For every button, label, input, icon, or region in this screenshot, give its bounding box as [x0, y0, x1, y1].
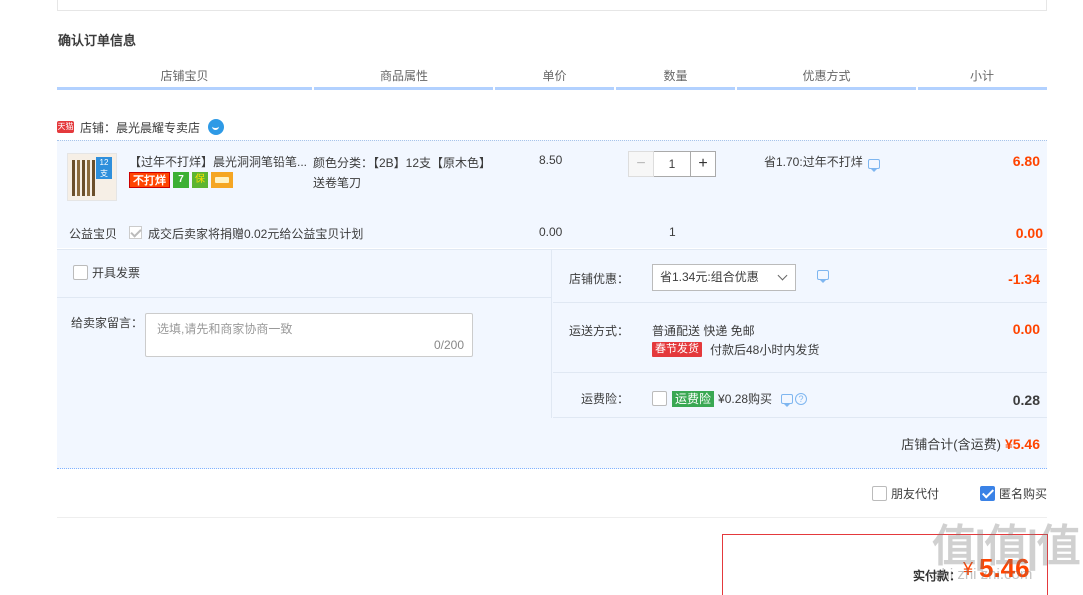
shipping-label: 运送方式：	[568, 324, 629, 338]
shipping-note: 付款后48小时内发货	[710, 343, 820, 357]
invoice-option[interactable]: 开具发票	[73, 264, 140, 281]
watermark-url: zhi zhi zhi.com	[934, 566, 1033, 583]
tmall-badge-icon: 天猫	[57, 121, 74, 133]
item-price: 8.50	[539, 153, 563, 167]
shop-discount-row: 店铺优惠： 省1.34元:组合优惠 -1.34	[553, 250, 1047, 303]
shop-discount-select[interactable]: 省1.34元:组合优惠	[652, 264, 796, 291]
section-title: 确认订单信息	[58, 33, 137, 48]
message-input[interactable]: 选填,请先和商家协商一致 0/200	[145, 313, 473, 357]
left-options-panel: 开具发票 给卖家留言： 选填,请先和商家协商一致 0/200	[57, 250, 552, 418]
shop-discount-label: 店铺优惠：	[568, 272, 629, 286]
col-header-price: 单价	[542, 69, 567, 83]
anonymous-option[interactable]: 匿名购买	[980, 485, 1047, 502]
charity-text: 成交后卖家将捐赠0.02元给公益宝贝计划	[148, 227, 364, 241]
shop-total-label: 店铺合计(含运费)	[901, 437, 1001, 452]
shop-discount-selected: 省1.34元:组合优惠	[660, 270, 759, 284]
shop-total-value: ¥5.46	[1004, 436, 1040, 452]
watermark-logo: 值|值|值	[932, 522, 1081, 571]
col-header-subtotal: 小计	[969, 69, 994, 83]
guarantee-icon[interactable]: 保	[192, 172, 208, 188]
pencil-shape	[92, 160, 95, 196]
item-subtotal: 6.80	[1012, 153, 1040, 169]
friend-pay-option[interactable]: 朋友代付	[872, 485, 939, 502]
col-header-item: 店铺宝贝	[160, 69, 209, 83]
pencil-shape	[72, 160, 75, 196]
invoice-label: 开具发票	[92, 266, 141, 280]
shipping-row: 运送方式： 普通配送 快递 免邮 春节发货 付款后48小时内发货 0.00	[553, 303, 1047, 373]
message-placeholder: 选填,请先和商家协商一致	[157, 322, 293, 336]
pencil-shape	[77, 160, 80, 196]
anonymous-checkbox[interactable]	[980, 486, 995, 501]
header-underline	[57, 87, 312, 90]
shop-row: 天猫 店铺：晨光晨耀专卖店	[57, 116, 225, 138]
shipping-amount: 0.00	[1012, 321, 1040, 337]
charity-row: 公益宝贝 成交后卖家将捐赠0.02元给公益宝贝计划 0.00 1 0.00	[57, 225, 1047, 247]
charity-checkbox	[129, 226, 142, 239]
discount-text: 省1.70:过年不打烊	[764, 155, 863, 169]
qty-plus-button[interactable]: +	[690, 151, 716, 177]
qty-minus-button[interactable]: −	[628, 151, 654, 177]
shop-total: 店铺合计(含运费) ¥5.46	[901, 434, 1040, 453]
col-header-discount: 优惠方式	[802, 69, 851, 83]
pencil-box-label: 12支	[96, 157, 112, 179]
credit-card-icon[interactable]	[211, 172, 233, 188]
message-label: 给卖家留言：	[71, 316, 144, 330]
invoice-checkbox[interactable]	[73, 265, 88, 280]
item-attributes: 颜色分类：【2B】12支【原木色】送卷笔刀	[313, 156, 486, 190]
seven-day-return-icon[interactable]: 7	[173, 172, 189, 188]
insurance-row: 运费险： 运费险 ¥0.28购买 ? 0.28	[553, 373, 1047, 418]
divider	[57, 297, 552, 298]
item-title-link[interactable]: 【过年不打烊】晨光洞洞笔铅笔...	[129, 153, 309, 170]
header-underline	[737, 87, 916, 90]
shop-name-link[interactable]: 店铺：晨光晨耀专卖店	[80, 119, 200, 136]
insurance-checkbox[interactable]	[652, 391, 667, 406]
item-tags: 不打烊 7 保	[129, 172, 233, 188]
product-thumbnail[interactable]: 12支	[67, 153, 117, 201]
comment-icon[interactable]	[781, 393, 794, 407]
friend-pay-checkbox[interactable]	[872, 486, 887, 501]
anonymous-label: 匿名购买	[999, 487, 1048, 501]
chevron-down-icon	[777, 270, 788, 281]
column-header: 店铺宝贝 商品属性 单价 数量 优惠方式 小计	[57, 67, 1047, 90]
charity-subtotal: 0.00	[1015, 225, 1043, 241]
charity-quantity: 1	[669, 225, 676, 239]
pencil-shape	[87, 160, 90, 196]
insurance-option[interactable]: 运费险 ¥0.28购买 ?	[652, 390, 808, 407]
help-icon[interactable]: ?	[795, 392, 808, 405]
shop-discount-amount: -1.34	[1008, 271, 1040, 287]
header-underline	[918, 87, 1047, 90]
message-counter: 0/200	[433, 338, 464, 352]
insurance-amount: 0.28	[1012, 392, 1040, 408]
order-options-area: 开具发票 给卖家留言： 选填,请先和商家协商一致 0/200 店铺优惠： 省1.…	[57, 249, 1047, 469]
qty-input[interactable]: 1	[654, 151, 690, 177]
comment-icon[interactable]	[867, 158, 880, 172]
quantity-stepper: − 1 +	[628, 151, 716, 177]
shipping-method: 普通配送 快递 免邮	[652, 324, 755, 338]
col-header-attr: 商品属性	[379, 69, 428, 83]
header-underline	[314, 87, 493, 90]
open-tag: 不打烊	[129, 172, 170, 188]
insurance-tag: 运费险	[672, 390, 715, 407]
wangwang-chat-icon[interactable]	[208, 119, 225, 135]
comment-icon[interactable]	[817, 270, 829, 283]
spring-festival-tag: 春节发货	[652, 342, 702, 357]
insurance-price: ¥0.28购买	[718, 392, 773, 406]
charity-price: 0.00	[539, 225, 563, 239]
pencil-shape	[82, 160, 85, 196]
header-underline	[616, 87, 735, 90]
item-area: 12支 【过年不打烊】晨光洞洞笔铅笔... 不打烊 7 保 颜色分类：【2B】1…	[57, 140, 1047, 248]
shipping-note-line: 春节发货 付款后48小时内发货	[652, 341, 819, 358]
friend-pay-label: 朋友代付	[891, 487, 940, 501]
header-underline	[495, 87, 614, 90]
col-header-qty: 数量	[663, 69, 688, 83]
charity-label: 公益宝贝	[69, 227, 118, 241]
previous-section-box	[57, 0, 1047, 11]
insurance-label: 运费险：	[580, 392, 629, 406]
divider	[57, 517, 1047, 518]
item-discount: 省1.70:过年不打烊	[764, 153, 880, 172]
